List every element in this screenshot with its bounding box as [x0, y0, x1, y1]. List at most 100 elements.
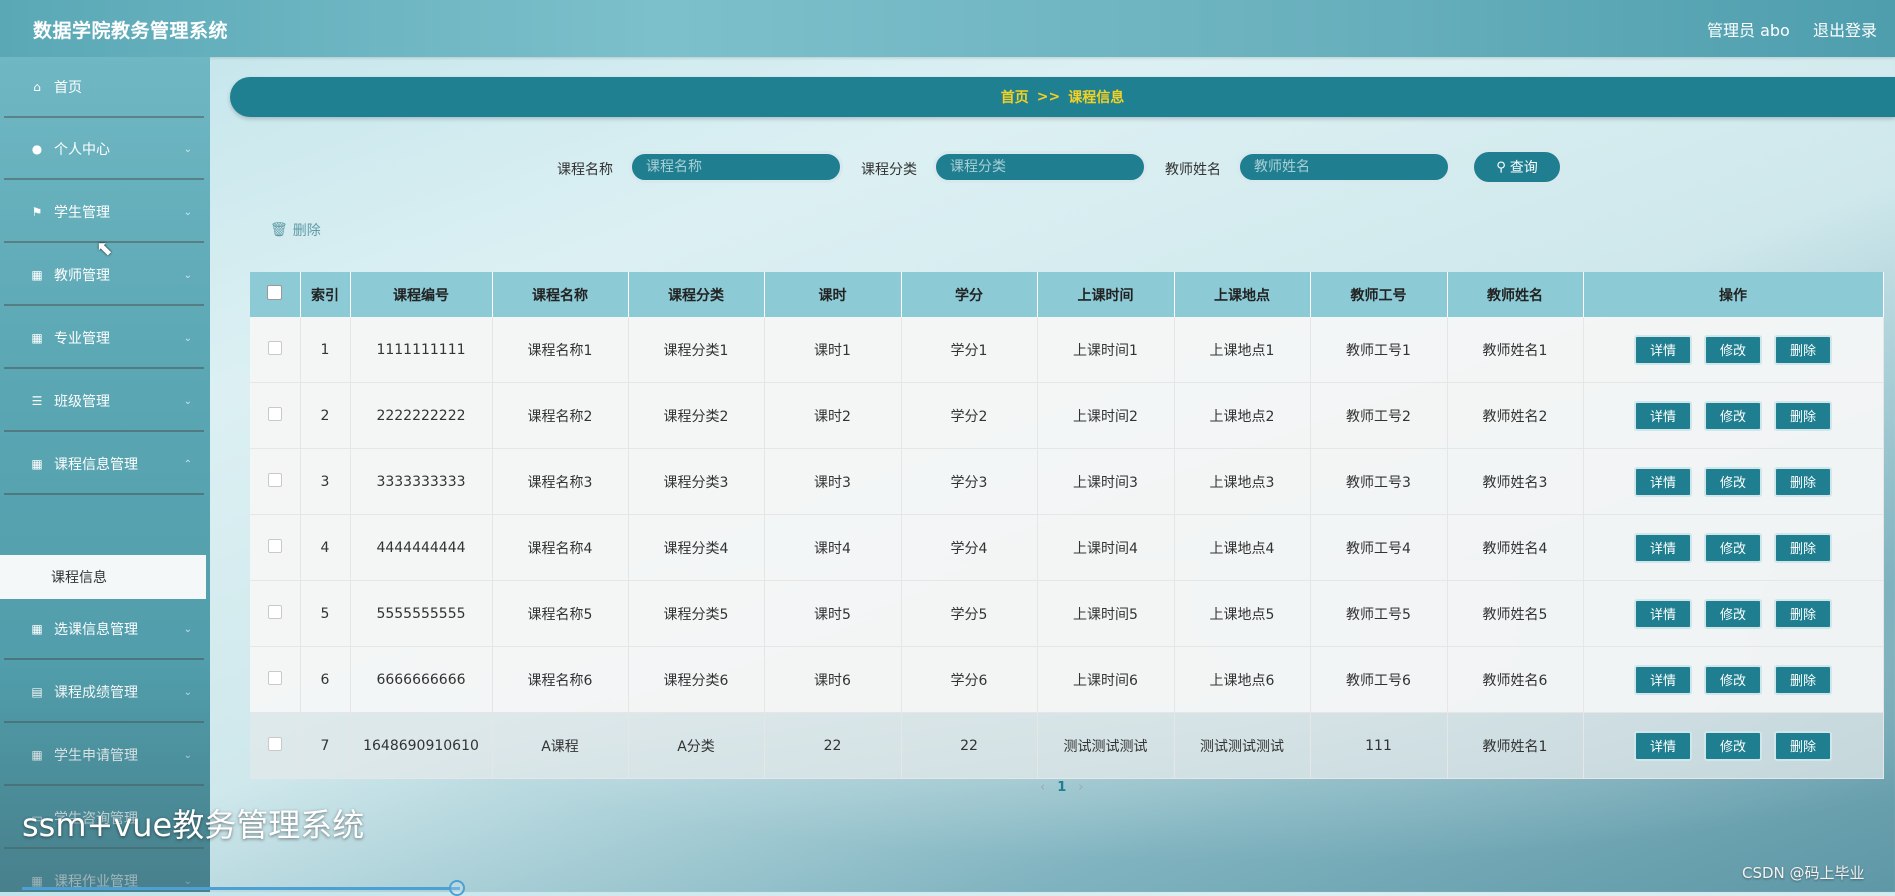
chevron-down-icon: ⌄ — [183, 875, 192, 887]
query-button[interactable]: ⚲ 查询 — [1471, 149, 1563, 185]
batch-delete-button[interactable]: 🗑 删除 — [270, 220, 321, 240]
flag-icon: ⚑ — [31, 205, 43, 219]
grid-icon: ▦ — [31, 457, 43, 471]
row-select-cell — [250, 580, 301, 647]
delete-button[interactable]: 删除 — [1774, 730, 1832, 761]
table-cell: 教师姓名4 — [1447, 514, 1584, 581]
row-checkbox[interactable] — [267, 604, 282, 619]
row-checkbox[interactable] — [267, 736, 282, 751]
detail-button[interactable]: 详情 — [1634, 334, 1692, 365]
chevron-down-icon: ⌄ — [183, 395, 192, 407]
delete-button[interactable]: 删除 — [1774, 664, 1832, 695]
edit-button[interactable]: 修改 — [1704, 466, 1762, 497]
table-cell: 学分5 — [901, 580, 1038, 647]
course-table: 索引 课程编号 课程名称 课程分类 课时 学分 上课时间 上课地点 教师工号 教… — [250, 272, 1884, 779]
chevron-down-icon: ⌄ — [183, 269, 192, 281]
delete-button[interactable]: 删除 — [1774, 598, 1832, 629]
logout-link[interactable]: 退出登录 — [1813, 17, 1877, 41]
sidebar-item-label: 个人中心 — [54, 142, 110, 158]
row-checkbox[interactable] — [267, 538, 282, 553]
table-cell: 111 — [1310, 712, 1448, 779]
table-cell: 2 — [300, 382, 351, 449]
row-checkbox[interactable] — [267, 670, 282, 685]
sidebar-item-course-grades-management[interactable]: ▤ 课程成绩管理 ⌄ — [4, 663, 204, 723]
teacher-name-input[interactable] — [1237, 151, 1451, 183]
chevron-down-icon: ⌄ — [183, 749, 192, 761]
course-category-input[interactable] — [933, 151, 1147, 183]
user-icon: ● — [31, 142, 43, 156]
table-cell: 课程名称6 — [492, 646, 629, 713]
delete-button[interactable]: 删除 — [1774, 466, 1832, 497]
detail-button[interactable]: 详情 — [1634, 664, 1692, 695]
edit-button[interactable]: 修改 — [1704, 730, 1762, 761]
breadcrumb-separator: >> — [1036, 89, 1061, 105]
detail-button[interactable]: 详情 — [1634, 466, 1692, 497]
sidebar-item-label: 首页 — [54, 80, 82, 96]
table-cell: 课时4 — [764, 514, 902, 581]
column-header: 学分 — [901, 272, 1038, 317]
delete-button[interactable]: 删除 — [1774, 400, 1832, 431]
edit-button[interactable]: 修改 — [1704, 598, 1762, 629]
edit-button[interactable]: 修改 — [1704, 334, 1762, 365]
sidebar-item-label: 班级管理 — [54, 394, 110, 410]
sidebar-item-personal-center[interactable]: ● 个人中心 ⌄ — [4, 120, 204, 180]
row-actions-cell: 详情 修改 删除 — [1583, 317, 1884, 383]
row-actions-cell: 详情 修改 删除 — [1583, 712, 1884, 779]
sidebar-item-home[interactable]: ⌂ 首页 — [4, 58, 204, 118]
select-all-checkbox[interactable] — [267, 285, 283, 300]
sidebar-item-class-management[interactable]: ☰ 班级管理 ⌄ — [4, 372, 204, 432]
table-cell: 上课地点6 — [1174, 646, 1311, 713]
detail-button[interactable]: 详情 — [1634, 598, 1692, 629]
detail-button[interactable]: 详情 — [1634, 532, 1692, 563]
column-header: 上课时间 — [1037, 272, 1175, 317]
sidebar-item-label: 学生管理 — [54, 205, 110, 221]
detail-button[interactable]: 详情 — [1634, 730, 1692, 761]
row-select-cell — [250, 448, 301, 515]
detail-button[interactable]: 详情 — [1634, 400, 1692, 431]
search-icon: ⚲ — [1496, 159, 1506, 175]
sidebar-item-course-info-management[interactable]: ▦ 课程信息管理 ⌃ — [4, 435, 204, 495]
table-cell: 课程分类5 — [628, 580, 765, 647]
sidebar-subitem-course-info[interactable]: 课程信息 — [0, 555, 206, 599]
table-cell: 教师工号6 — [1310, 646, 1448, 713]
sidebar-item-course-homework-management[interactable]: ▦ 课程作业管理 ⌄ — [4, 852, 204, 892]
table-cell: 1648690910610 — [350, 712, 493, 779]
row-checkbox[interactable] — [267, 406, 282, 421]
table-cell: 4 — [300, 514, 351, 581]
briefcase-icon: ▤ — [31, 685, 43, 699]
video-caption: ssm+vue教务管理系统 — [22, 806, 365, 844]
sidebar-item-major-management[interactable]: ▦ 专业管理 ⌄ — [4, 309, 204, 369]
column-header: 课程名称 — [492, 272, 629, 317]
table-cell: 学分3 — [901, 448, 1038, 515]
table-cell: 上课时间1 — [1037, 317, 1175, 383]
grid-icon: ▦ — [31, 331, 43, 345]
video-progress-knob[interactable] — [449, 880, 465, 896]
edit-button[interactable]: 修改 — [1704, 400, 1762, 431]
sidebar-item-student-management[interactable]: ⚑ 学生管理 ⌄ — [4, 183, 204, 243]
row-checkbox[interactable] — [267, 472, 282, 487]
list-icon: ☰ — [31, 394, 43, 408]
select-all-cell — [250, 272, 301, 317]
chevron-down-icon: ⌄ — [183, 623, 192, 635]
next-page-button[interactable]: › — [1078, 780, 1083, 795]
delete-button[interactable]: 删除 — [1774, 532, 1832, 563]
table-cell: 课程名称4 — [492, 514, 629, 581]
sidebar-item-course-selection-management[interactable]: ▦ 选课信息管理 ⌄ — [4, 600, 204, 660]
chevron-up-icon: ⌃ — [183, 458, 192, 470]
sidebar-item-label: 专业管理 — [54, 331, 110, 347]
table-cell: 上课地点3 — [1174, 448, 1311, 515]
sidebar-item-student-application-management[interactable]: ▦ 学生申请管理 ⌄ — [4, 726, 204, 786]
delete-button[interactable]: 删除 — [1774, 334, 1832, 365]
row-select-cell — [250, 646, 301, 713]
column-header: 操作 — [1583, 272, 1884, 317]
breadcrumb-home[interactable]: 首页 — [1001, 87, 1029, 107]
edit-button[interactable]: 修改 — [1704, 532, 1762, 563]
page-number[interactable]: 1 — [1057, 780, 1066, 795]
edit-button[interactable]: 修改 — [1704, 664, 1762, 695]
course-name-input[interactable] — [629, 151, 843, 183]
row-checkbox[interactable] — [267, 340, 282, 355]
prev-page-button[interactable]: ‹ — [1040, 780, 1045, 795]
course-name-label: 课程名称 — [557, 162, 613, 178]
table-row: 3 3333333333 课程名称3 课程分类3 课时3 学分3 上课时间3 上课地点3 教师工… — [250, 448, 1884, 515]
video-progress-bar[interactable] — [22, 887, 460, 890]
